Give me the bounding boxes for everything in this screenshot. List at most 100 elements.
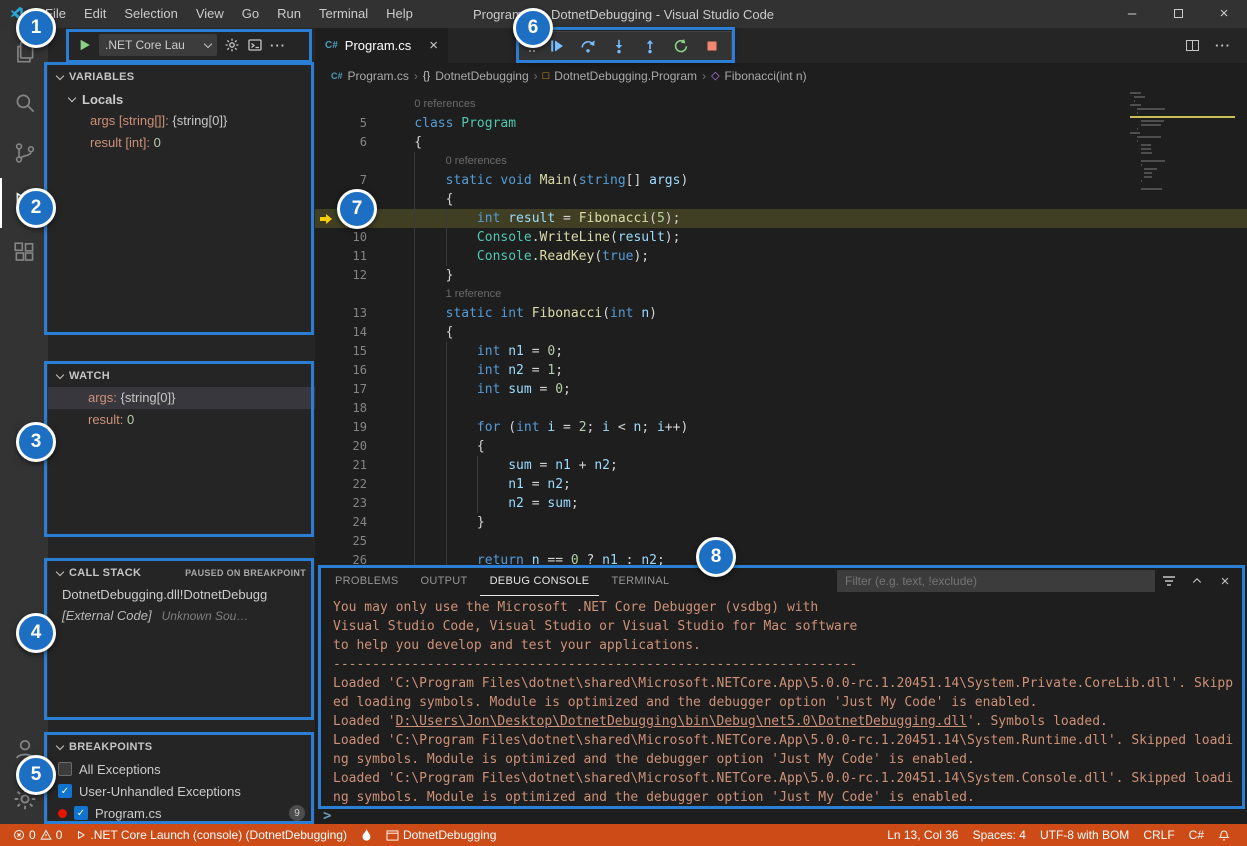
close-tab-icon[interactable]: × bbox=[429, 37, 438, 54]
project-status[interactable]: DotnetDebugging bbox=[379, 824, 503, 846]
glyph-margin[interactable] bbox=[315, 361, 337, 380]
line-number[interactable]: 22 bbox=[337, 475, 367, 494]
glyph-margin[interactable] bbox=[315, 190, 337, 209]
glyph-margin[interactable] bbox=[315, 399, 337, 418]
breadcrumb-item[interactable]: C#Program.cs bbox=[331, 69, 409, 83]
line-number[interactable]: 7 bbox=[337, 171, 367, 190]
line-number[interactable] bbox=[337, 285, 367, 304]
explorer-icon[interactable] bbox=[0, 28, 48, 78]
accounts-icon[interactable] bbox=[0, 724, 48, 774]
line-number[interactable]: 26 bbox=[337, 551, 367, 566]
line-number[interactable]: 12 bbox=[337, 266, 367, 285]
filter-lines-icon[interactable] bbox=[1155, 575, 1183, 587]
code-line-11[interactable]: 11 Console.ReadKey(true); bbox=[315, 247, 1247, 266]
glyph-margin[interactable] bbox=[315, 133, 337, 152]
breadcrumb-item[interactable]: {}DotnetDebugging bbox=[423, 69, 529, 83]
line-number[interactable]: 24 bbox=[337, 513, 367, 532]
start-debugging-icon[interactable] bbox=[78, 38, 92, 52]
debug-target-status[interactable]: .NET Core Launch (console) (DotnetDebugg… bbox=[69, 824, 354, 846]
problems-status[interactable]: 0 0 bbox=[6, 824, 69, 846]
tab-program-cs[interactable]: C# Program.cs × bbox=[315, 28, 448, 63]
panel-tab-terminal[interactable]: TERMINAL bbox=[601, 566, 679, 596]
code-line-26[interactable]: 26 return n == 0 ? n1 : n2; bbox=[315, 551, 1247, 566]
variables-header[interactable]: VARIABLES bbox=[48, 66, 315, 88]
line-number[interactable]: 9 bbox=[337, 209, 367, 228]
code-line-8[interactable]: 8 { bbox=[315, 190, 1247, 209]
code-line-14[interactable]: 14 { bbox=[315, 323, 1247, 342]
restart-icon[interactable] bbox=[666, 33, 695, 59]
glyph-margin[interactable] bbox=[315, 380, 337, 399]
flame-icon[interactable] bbox=[354, 824, 379, 846]
line-number[interactable]: 11 bbox=[337, 247, 367, 266]
continue-icon[interactable] bbox=[542, 33, 571, 59]
panel-tab-debug-console[interactable]: DEBUG CONSOLE bbox=[480, 566, 600, 596]
run-and-debug-icon[interactable] bbox=[0, 178, 48, 228]
line-number[interactable]: 5 bbox=[337, 114, 367, 133]
menu-terminal[interactable]: Terminal bbox=[310, 0, 377, 28]
menu-run[interactable]: Run bbox=[268, 0, 310, 28]
indentation-status[interactable]: Spaces: 4 bbox=[966, 824, 1033, 846]
codelens-row[interactable]: 1 reference bbox=[315, 285, 1247, 304]
glyph-margin[interactable] bbox=[315, 418, 337, 437]
variable-row-result[interactable]: result [int]: 0 bbox=[48, 132, 315, 154]
line-number[interactable]: 16 bbox=[337, 361, 367, 380]
glyph-margin[interactable] bbox=[315, 323, 337, 342]
split-editor-icon[interactable] bbox=[1186, 40, 1199, 51]
glyph-margin[interactable] bbox=[315, 551, 337, 566]
code-line-9[interactable]: 9 int result = Fibonacci(5); bbox=[315, 209, 1247, 228]
glyph-margin[interactable] bbox=[315, 95, 337, 114]
line-number[interactable]: 20 bbox=[337, 437, 367, 456]
code-line-25[interactable]: 25 bbox=[315, 532, 1247, 551]
codelens-row[interactable]: 0 references bbox=[315, 95, 1247, 114]
settings-gear-icon[interactable] bbox=[0, 774, 48, 824]
stop-icon[interactable] bbox=[697, 33, 726, 59]
step-over-icon[interactable] bbox=[573, 33, 602, 59]
code-line-23[interactable]: 23 n2 = sum; bbox=[315, 494, 1247, 513]
step-into-icon[interactable] bbox=[604, 33, 633, 59]
menu-file[interactable]: File bbox=[36, 0, 75, 28]
watch-row[interactable]: result: 0 bbox=[48, 409, 315, 431]
variable-row-args[interactable]: args [string[]]: {string[0]} bbox=[48, 110, 315, 132]
line-number[interactable] bbox=[337, 152, 367, 171]
line-number[interactable]: 8 bbox=[337, 190, 367, 209]
call-stack-header[interactable]: CALL STACK PAUSED ON BREAKPOINT bbox=[48, 562, 315, 584]
breakpoint-checkbox[interactable] bbox=[58, 762, 72, 776]
glyph-margin[interactable] bbox=[315, 171, 337, 190]
line-number[interactable]: 15 bbox=[337, 342, 367, 361]
code-line-5[interactable]: 5 class Program bbox=[315, 114, 1247, 133]
breakpoint-row[interactable]: ✓User-Unhandled Exceptions bbox=[48, 780, 315, 802]
breakpoint-checkbox[interactable]: ✓ bbox=[58, 784, 72, 798]
code-line-10[interactable]: 10 Console.WriteLine(result); bbox=[315, 228, 1247, 247]
glyph-margin[interactable] bbox=[315, 342, 337, 361]
code-line-6[interactable]: 6 { bbox=[315, 133, 1247, 152]
glyph-margin[interactable] bbox=[315, 152, 337, 171]
watch-row[interactable]: args: {string[0]} bbox=[48, 387, 315, 409]
extensions-icon[interactable] bbox=[0, 228, 48, 278]
menu-selection[interactable]: Selection bbox=[115, 0, 186, 28]
step-out-icon[interactable] bbox=[635, 33, 664, 59]
code-line-7[interactable]: 7 static void Main(string[] args) bbox=[315, 171, 1247, 190]
minimap[interactable] bbox=[1130, 92, 1235, 192]
breakpoint-row[interactable]: ✓Program.cs9 bbox=[48, 802, 315, 824]
close-panel-icon[interactable]: × bbox=[1211, 573, 1239, 590]
glyph-margin[interactable] bbox=[315, 266, 337, 285]
cursor-position[interactable]: Ln 13, Col 36 bbox=[880, 824, 965, 846]
breadcrumb-item[interactable]: ◇Fibonacci(int n) bbox=[711, 69, 807, 83]
gear-icon[interactable] bbox=[224, 37, 240, 53]
console-filter-input[interactable] bbox=[837, 570, 1155, 592]
code-line-16[interactable]: 16 int n2 = 1; bbox=[315, 361, 1247, 380]
code-line-13[interactable]: 13 static int Fibonacci(int n) bbox=[315, 304, 1247, 323]
panel-tab-output[interactable]: OUTPUT bbox=[411, 566, 478, 596]
encoding-status[interactable]: UTF-8 with BOM bbox=[1033, 824, 1136, 846]
code-line-20[interactable]: 20 { bbox=[315, 437, 1247, 456]
maximize-button[interactable] bbox=[1155, 0, 1201, 28]
more-actions-icon[interactable]: ··· bbox=[270, 38, 286, 53]
glyph-margin[interactable] bbox=[315, 304, 337, 323]
debug-console-icon[interactable] bbox=[247, 37, 263, 53]
stack-frame[interactable]: DotnetDebugging.dll!DotnetDebugg bbox=[48, 584, 315, 605]
search-icon[interactable] bbox=[0, 78, 48, 128]
line-number[interactable]: 6 bbox=[337, 133, 367, 152]
drag-handle-icon[interactable] bbox=[524, 38, 540, 54]
code-line-18[interactable]: 18 bbox=[315, 399, 1247, 418]
breadcrumb-item[interactable]: □DotnetDebugging.Program bbox=[543, 69, 697, 83]
